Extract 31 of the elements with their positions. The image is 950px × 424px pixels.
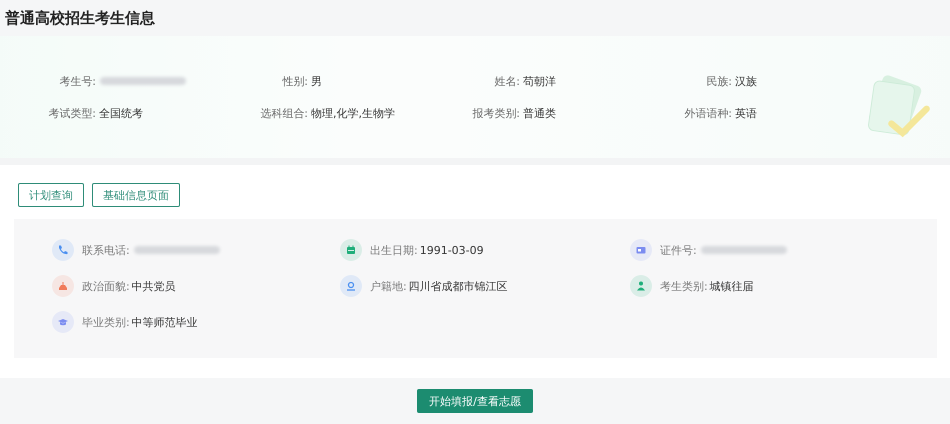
field-value: 中等师范毕业 xyxy=(132,314,198,330)
field-value: 城镇往届 xyxy=(710,278,754,294)
field-label: 考生类别: xyxy=(660,278,708,294)
field-value: 普通类 xyxy=(523,106,556,120)
field-label: 证件号: xyxy=(660,242,697,258)
field-label: 报考类别: xyxy=(471,106,520,120)
field-value: 男 xyxy=(311,74,322,88)
field-label: 户籍地: xyxy=(370,278,407,294)
field-value: 1991-03-09 xyxy=(420,244,484,256)
start-application-button[interactable]: 开始填报/查看志愿 xyxy=(417,389,533,413)
field-label: 考生号: xyxy=(58,74,96,88)
field-value: 苟朝洋 xyxy=(523,74,556,88)
page-title: 普通高校招生考生信息 xyxy=(5,8,155,28)
field-label: 出生日期: xyxy=(370,242,418,258)
field-label: 联系电话: xyxy=(82,242,130,258)
field-label: 选科组合: xyxy=(259,106,308,120)
field-value: 四川省成都市锦江区 xyxy=(408,278,508,294)
field-value: 全国统考 xyxy=(99,106,143,120)
field-label: 外语语种: xyxy=(683,106,732,120)
field-label: 民族: xyxy=(705,74,732,88)
field-label: 政治面貌: xyxy=(82,278,130,294)
outline-button[interactable]: 基础信息页面 xyxy=(92,183,180,207)
field-value: 中共党员 xyxy=(132,278,176,294)
field-value: 英语 xyxy=(735,106,757,120)
field-label: 姓名: xyxy=(493,74,520,88)
field-label: 考试类型: xyxy=(47,106,96,120)
field-value: 物理,化学,生物学 xyxy=(311,106,395,120)
field-value: 汉族 xyxy=(735,74,757,88)
field-label: 毕业类别: xyxy=(82,314,130,330)
field-label: 性别: xyxy=(281,74,308,88)
outline-button[interactable]: 计划查询 xyxy=(18,183,84,207)
